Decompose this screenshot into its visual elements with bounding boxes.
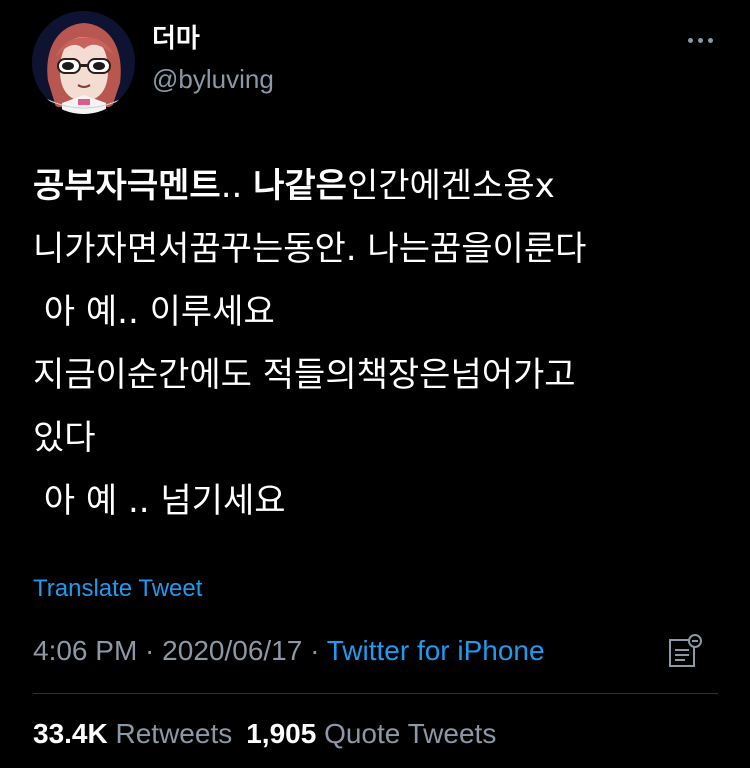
view-activity-icon[interactable]: [666, 632, 702, 672]
dot: [687, 37, 693, 43]
author-handle[interactable]: @byluving: [152, 63, 274, 95]
tweet-line: 니가자면서꿈꾸는동안. 나는꿈을이룬다: [33, 229, 587, 269]
tweet-line: 아 예 .. 넘기세요: [33, 481, 286, 521]
dot: [697, 37, 703, 43]
anime-girl-avatar-icon: [32, 11, 135, 114]
quote-tweets-label: Quote Tweets: [324, 718, 497, 749]
tweet-line: 아 예.. 이루세요: [33, 292, 275, 332]
tweet-bold-text: 나같은: [253, 166, 347, 206]
translate-tweet-link[interactable]: Translate Tweet: [33, 573, 202, 605]
tweet-text-segment: 인간에겐소용x: [346, 166, 555, 206]
tweet-stats: 33.4K Retweets 1,905 Quote Tweets: [33, 716, 496, 752]
quote-tweets-stat[interactable]: 1,905 Quote Tweets: [246, 718, 496, 749]
more-options-icon[interactable]: [680, 28, 720, 52]
avatar[interactable]: [32, 11, 135, 114]
meta-separator: ·: [137, 635, 163, 666]
tweet-line: 지금이순간에도 적들의책장은넘어가고: [33, 355, 576, 395]
retweets-stat[interactable]: 33.4K Retweets: [33, 718, 232, 749]
tweet-meta: 4:06 PM · 2020/06/17 · Twitter for iPhon…: [33, 633, 545, 669]
tweet-bold-text: 공부자극멘트: [33, 166, 221, 206]
retweets-count: 33.4K: [33, 718, 108, 749]
tweet-date[interactable]: 2020/06/17: [162, 635, 302, 666]
tweet-line: 있다: [33, 418, 96, 458]
analytics-icon: [669, 634, 702, 667]
tweet-text: 공부자극멘트.. 나같은인간에겐소용x 니가자면서꿈꾸는동안. 나는꿈을이룬다 …: [33, 155, 723, 533]
tweet-text-segment: ..: [220, 166, 254, 206]
quote-tweets-count: 1,905: [246, 718, 317, 749]
tweet-line: 공부자극멘트.. 나같은인간에겐소용x: [33, 155, 723, 218]
tweet-source-link[interactable]: Twitter for iPhone: [327, 635, 545, 666]
meta-separator: ·: [302, 635, 327, 666]
divider: [33, 693, 718, 694]
author-display-name[interactable]: 더마: [152, 23, 200, 55]
dot: [707, 37, 713, 43]
retweets-label: Retweets: [115, 718, 233, 749]
tweet-time[interactable]: 4:06 PM: [33, 635, 137, 666]
